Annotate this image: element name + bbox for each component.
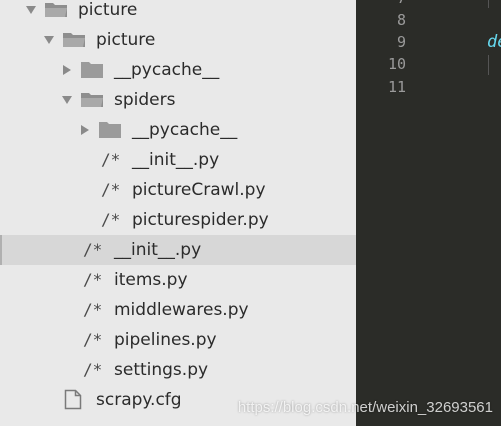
tree-item-label: picture — [96, 30, 156, 50]
tree-item-label: middlewares.py — [114, 300, 249, 320]
watermark: https://blog.csdn.net/weixin_32693561 — [237, 399, 493, 416]
code-editor[interactable]: 7 8 9 10 11 de — [356, 0, 501, 426]
tree-item-label: pipelines.py — [114, 330, 217, 350]
chevron-right-icon[interactable] — [81, 125, 89, 135]
tree-file-items[interactable]: /* items.py — [0, 265, 356, 295]
python-file-icon: /* — [83, 300, 103, 319]
tree-folder-picture[interactable]: picture — [0, 25, 356, 55]
document-icon — [64, 389, 82, 410]
python-file-icon: /* — [83, 330, 103, 349]
tree-item-label: settings.py — [114, 360, 209, 380]
folder-open-icon — [80, 90, 105, 109]
folder-open-icon — [44, 0, 69, 19]
tree-item-label: __init__.py — [132, 150, 220, 170]
code-keyword: de — [487, 32, 501, 52]
chevron-down-icon[interactable] — [44, 36, 54, 44]
line-number: 10 — [387, 55, 406, 73]
folder-open-icon — [62, 30, 87, 49]
indent-guide — [488, 0, 489, 8]
line-number: 7 — [356, 0, 406, 8]
tree-item-label: __pycache__ — [132, 120, 238, 140]
tree-item-label: __init__.py — [114, 240, 202, 260]
tree-item-label: spiders — [114, 90, 176, 110]
tree-folder-spiders[interactable]: spiders — [0, 85, 356, 115]
folder-closed-icon — [98, 120, 122, 139]
tree-file-init[interactable]: /* __init__.py — [0, 235, 356, 265]
chevron-down-icon[interactable] — [62, 96, 72, 104]
tree-file-picturecrawl[interactable]: /* pictureCrawl.py — [0, 175, 356, 205]
tree-folder-spiders-pycache[interactable]: __pycache__ — [0, 115, 356, 145]
python-file-icon: /* — [101, 210, 121, 229]
chevron-down-icon[interactable] — [26, 6, 36, 14]
chevron-right-icon[interactable] — [63, 65, 71, 75]
tree-item-label: scrapy.cfg — [96, 390, 182, 410]
tree-folder-picture-root[interactable]: picture — [0, 0, 356, 25]
tree-file-spiders-init[interactable]: /* __init__.py — [0, 145, 356, 175]
folder-closed-icon — [80, 60, 104, 79]
python-file-icon: /* — [101, 180, 121, 199]
tree-file-picturespider[interactable]: /* picturespider.py — [0, 205, 356, 235]
python-file-icon: /* — [83, 270, 103, 289]
tree-item-label: items.py — [114, 270, 188, 290]
tree-folder-pycache[interactable]: __pycache__ — [0, 55, 356, 85]
file-tree-sidebar: picture picture __pycache__ spiders __py… — [0, 0, 356, 426]
tree-item-label: __pycache__ — [114, 60, 220, 80]
python-file-icon: /* — [101, 150, 121, 169]
tree-file-middlewares[interactable]: /* middlewares.py — [0, 295, 356, 325]
tree-file-settings[interactable]: /* settings.py — [0, 355, 356, 385]
indent-guide — [488, 55, 489, 75]
python-file-icon: /* — [83, 240, 103, 259]
tree-item-label: pictureCrawl.py — [132, 180, 266, 200]
tree-file-pipelines[interactable]: /* pipelines.py — [0, 325, 356, 355]
tree-item-label: picture — [78, 0, 138, 20]
python-file-icon: /* — [83, 360, 103, 379]
line-number: 8 — [396, 11, 406, 29]
tree-item-label: picturespider.py — [132, 210, 269, 230]
line-number: 11 — [387, 78, 406, 96]
line-number: 9 — [396, 33, 406, 51]
